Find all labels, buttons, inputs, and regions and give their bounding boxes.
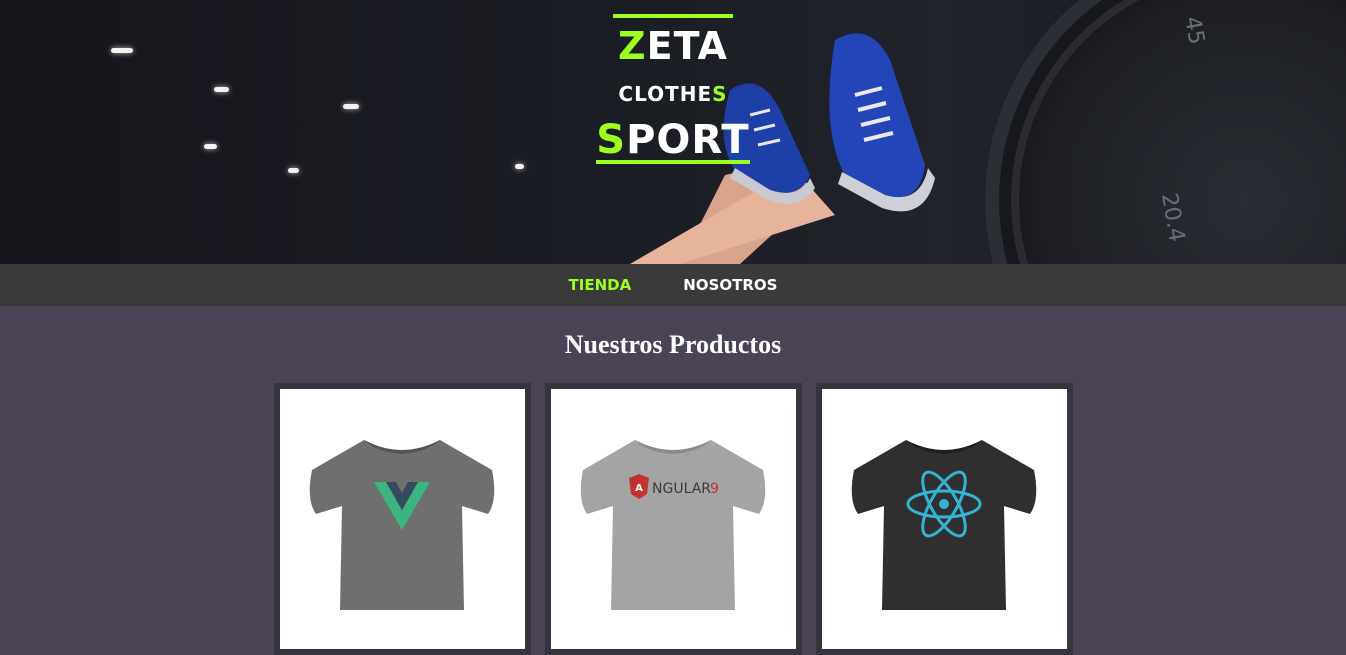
svg-text:9: 9 (710, 481, 719, 497)
logo-word-zeta: ZETA (0, 26, 1346, 66)
product-card[interactable]: A NGULAR 9 (544, 383, 802, 655)
logo-top-bar (613, 14, 733, 18)
logo-accent-letter: S (596, 117, 627, 163)
svg-text:NGULAR: NGULAR (652, 481, 711, 497)
ceiling-light (288, 168, 299, 173)
svg-text:A: A (635, 483, 643, 494)
main-nav: TIENDA NOSOTROS (0, 264, 1346, 306)
nav-link-tienda[interactable]: TIENDA (569, 276, 632, 294)
section-title: Nuestros Productos (564, 330, 782, 359)
products-section: Nuestros Productos A NGULAR 9 (0, 306, 1346, 655)
product-grid: A NGULAR 9 (0, 383, 1346, 655)
logo-accent-letter: Z (618, 24, 647, 68)
product-card[interactable] (815, 383, 1073, 655)
nav-link-nosotros[interactable]: NOSOTROS (683, 276, 777, 294)
logo-word-sport: SPORT (596, 117, 750, 164)
ceiling-light (515, 164, 524, 169)
logo-word-clothes: CLOTHES (0, 82, 1346, 106)
logo-text: ETA (646, 24, 728, 68)
product-card[interactable] (273, 383, 531, 655)
tshirt-image (851, 439, 1037, 610)
logo-text: PORT (626, 117, 750, 163)
logo-text: CLOTHE (618, 82, 713, 106)
tshirt-image (309, 439, 495, 610)
logo-accent-letter: S (712, 82, 728, 106)
tshirt-image: A NGULAR 9 (580, 439, 766, 610)
brand-logo: ZETA CLOTHES SPORT (0, 14, 1346, 164)
hero-banner: 45 20.4 ZETA CLOTHES SPORT (0, 0, 1346, 264)
